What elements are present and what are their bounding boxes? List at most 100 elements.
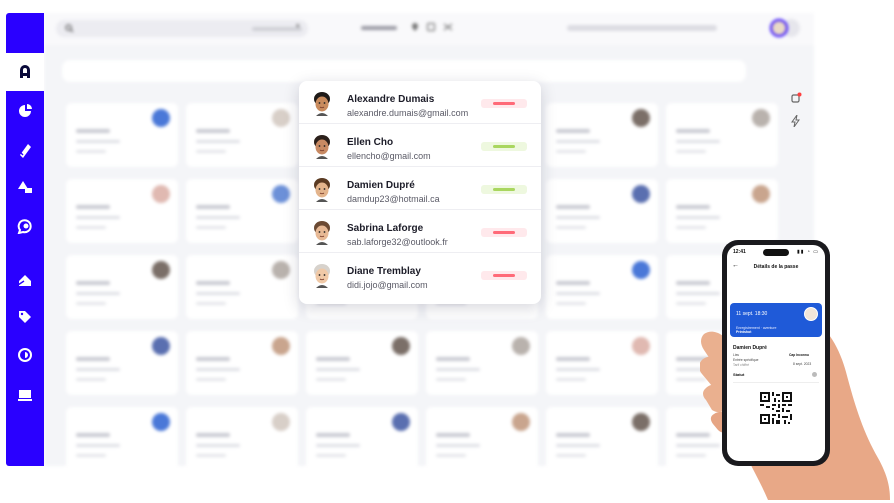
pass-value-right: 8 sept. 2023 bbox=[793, 362, 812, 366]
card-avatar bbox=[392, 413, 410, 431]
user-avatar bbox=[314, 135, 330, 159]
background-card bbox=[666, 179, 778, 243]
card-avatar bbox=[272, 185, 290, 203]
sidebar-item-dashboard[interactable] bbox=[15, 101, 35, 121]
pass-card[interactable]: 11 sept. 18:30 Enregistrement · aventure… bbox=[730, 303, 822, 337]
background-card bbox=[306, 331, 418, 395]
ticket-icon bbox=[18, 144, 31, 158]
phone-time: 12:41 bbox=[733, 249, 746, 255]
background-card bbox=[546, 407, 658, 466]
card-text-line bbox=[76, 129, 110, 133]
user-avatar bbox=[314, 221, 330, 245]
sidebar-item-shapes[interactable] bbox=[15, 177, 35, 197]
user-row[interactable]: Damien Dupré damdup23@hotmail.ca bbox=[299, 167, 541, 210]
card-avatar bbox=[632, 337, 650, 355]
card-text-line bbox=[556, 226, 586, 229]
pass-event-name: Printshot bbox=[736, 330, 752, 334]
card-text-line bbox=[196, 433, 230, 437]
toolbar-pill bbox=[361, 26, 397, 30]
user-row[interactable]: Diane Tremblay didi.jojo@gmail.com bbox=[299, 253, 541, 296]
brand-logo-icon bbox=[20, 65, 30, 78]
card-text-line bbox=[436, 357, 470, 361]
card-text-line bbox=[316, 378, 346, 381]
divider bbox=[733, 382, 819, 383]
card-avatar bbox=[752, 109, 770, 127]
card-text-line bbox=[436, 454, 466, 457]
pass-avatar bbox=[804, 307, 818, 321]
card-text-line bbox=[556, 292, 600, 295]
card-text-line bbox=[676, 140, 720, 143]
card-text-line bbox=[196, 150, 226, 153]
sidebar-item-home[interactable] bbox=[15, 270, 35, 290]
card-avatar bbox=[272, 413, 290, 431]
card-avatar bbox=[152, 109, 170, 127]
card-text-line bbox=[196, 454, 226, 457]
card-text-line bbox=[676, 205, 710, 209]
card-text-line bbox=[76, 378, 106, 381]
card-text-line bbox=[556, 129, 590, 133]
background-card bbox=[186, 103, 298, 167]
location-icon[interactable] bbox=[410, 22, 420, 32]
avatar[interactable] bbox=[770, 19, 788, 37]
search-filter-pill[interactable] bbox=[252, 27, 302, 31]
tag-icon bbox=[19, 311, 31, 323]
sidebar-item-messages[interactable] bbox=[15, 216, 35, 236]
user-name: Ellen Cho bbox=[347, 137, 394, 148]
user-avatar bbox=[314, 92, 330, 116]
card-text-line bbox=[676, 129, 710, 133]
card-text-line bbox=[556, 433, 590, 437]
search-input[interactable]: ▾ bbox=[56, 20, 308, 37]
monitor-icon bbox=[18, 390, 32, 401]
user-email: sab.laforge32@outlook.fr bbox=[347, 237, 448, 247]
card-avatar bbox=[152, 337, 170, 355]
user-row[interactable]: Sabrina Laforge sab.laforge32@outlook.fr bbox=[299, 210, 541, 253]
search-icon bbox=[65, 24, 74, 33]
card-avatar bbox=[632, 413, 650, 431]
background-card bbox=[426, 407, 538, 466]
card-text-line bbox=[556, 205, 590, 209]
phone-status-icons: ▮▮ ◔ ▭ bbox=[796, 249, 819, 255]
sidebar-item-tags[interactable] bbox=[15, 307, 35, 327]
card-text-line bbox=[196, 205, 230, 209]
card-text-line bbox=[196, 140, 240, 143]
card-text-line bbox=[196, 444, 240, 447]
dynamic-island bbox=[763, 249, 789, 256]
card-text-line bbox=[196, 292, 240, 295]
notification-icon[interactable] bbox=[790, 92, 802, 104]
sidebar-logo[interactable] bbox=[6, 53, 44, 91]
filter-bar[interactable] bbox=[62, 60, 746, 82]
card-text-line bbox=[196, 226, 226, 229]
card-text-line bbox=[556, 216, 600, 219]
phone-mockup: 12:41 ▮▮ ◔ ▭ ← Détails de la passe 11 se… bbox=[722, 240, 830, 466]
sidebar-item-tickets[interactable] bbox=[15, 140, 35, 160]
qr-code bbox=[760, 392, 792, 424]
chevron-down-icon[interactable]: ▾ bbox=[296, 22, 300, 30]
status-badge bbox=[481, 185, 527, 194]
card-avatar bbox=[632, 185, 650, 203]
card-text-line bbox=[436, 378, 466, 381]
top-bar: ▾ bbox=[44, 13, 814, 45]
card-text-line bbox=[196, 281, 230, 285]
sidebar-item-screens[interactable] bbox=[15, 385, 35, 405]
user-row[interactable]: Alexandre Dumais alexandre.dumais@gmail.c… bbox=[299, 81, 541, 124]
card-text-line bbox=[76, 368, 120, 371]
card-text-line bbox=[196, 302, 226, 305]
card-text-line bbox=[436, 444, 480, 447]
card-text-line bbox=[556, 140, 600, 143]
card-text-line bbox=[316, 368, 360, 371]
card-text-line bbox=[76, 140, 120, 143]
user-row[interactable]: Ellen Cho ellencho@gmail.com bbox=[299, 124, 541, 167]
shuffle-icon[interactable] bbox=[443, 22, 453, 32]
status-badge bbox=[481, 228, 527, 237]
bolt-icon[interactable] bbox=[791, 115, 801, 127]
sidebar-item-goals[interactable] bbox=[15, 345, 35, 365]
card-text-line bbox=[76, 150, 106, 153]
card-text-line bbox=[676, 150, 706, 153]
card-text-line bbox=[76, 433, 110, 437]
status-badge bbox=[481, 271, 527, 280]
card-avatar bbox=[272, 261, 290, 279]
calendar-icon[interactable] bbox=[426, 22, 436, 32]
card-text-line bbox=[76, 292, 120, 295]
pass-holder-name: Damien Dupré bbox=[733, 345, 767, 351]
pass-date: 11 sept. 18:30 bbox=[736, 311, 768, 317]
